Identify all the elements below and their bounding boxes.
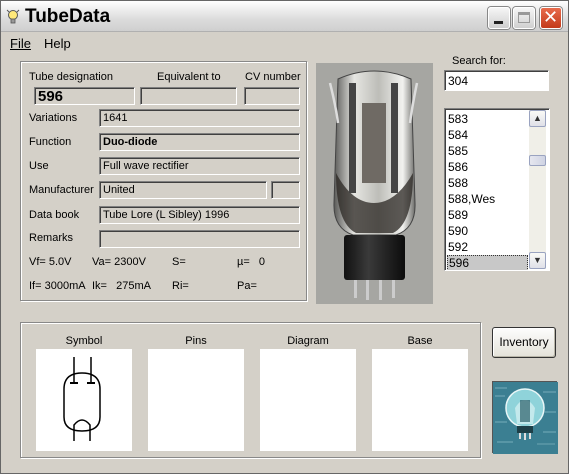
variations-label: Variations: [29, 112, 78, 124]
param-ik: Ik= 275mA: [92, 280, 152, 292]
tube-list[interactable]: 583 584 585 586 588 588,Wes 589 590 592 596 ▲ ▼: [444, 108, 550, 271]
param-if: If= 3000mA: [29, 280, 86, 292]
use-field[interactable]: Full wave rectifier: [99, 157, 300, 175]
close-icon: ✕: [543, 7, 559, 28]
list-item[interactable]: 583: [447, 111, 528, 127]
remarks-label: Remarks: [29, 232, 74, 244]
maximize-button[interactable]: [513, 7, 535, 29]
manufacturer-field[interactable]: United: [99, 181, 267, 199]
close-button[interactable]: ✕: [540, 7, 562, 29]
param-mu: µ= 0: [237, 256, 266, 268]
list-item[interactable]: 588: [447, 175, 528, 191]
title-bar[interactable]: TubeData ✕: [1, 1, 568, 32]
duo-diode-symbol-icon: [63, 357, 101, 441]
variations-field[interactable]: 1641: [99, 109, 300, 127]
param-va: Va= 2300V: [92, 256, 146, 268]
search-label: Search for:: [452, 55, 506, 67]
cv-number-label: CV number: [245, 71, 301, 83]
lightbulb-icon: [6, 9, 20, 24]
list-scrollbar[interactable]: ▲ ▼: [529, 110, 546, 269]
scroll-up-button[interactable]: ▲: [529, 110, 546, 127]
inventory-button[interactable]: Inventory: [492, 327, 556, 358]
chevron-down-icon: ▼: [533, 255, 542, 265]
base-panel: [372, 349, 468, 451]
list-item[interactable]: 585: [447, 143, 528, 159]
param-vf: Vf= 5.0V: [29, 256, 72, 268]
diagram-label: Diagram: [287, 335, 329, 347]
remarks-field[interactable]: [99, 230, 300, 248]
list-item[interactable]: 596: [447, 255, 528, 270]
function-field[interactable]: Duo-diode: [99, 133, 300, 151]
list-item[interactable]: 590: [447, 223, 528, 239]
tube-logo-icon: [493, 382, 558, 454]
scroll-thumb[interactable]: [529, 155, 546, 166]
list-item[interactable]: 584: [447, 127, 528, 143]
equivalent-to-label: Equivalent to: [157, 71, 221, 83]
app-logo: [492, 381, 558, 454]
menu-bar: File Help: [1, 33, 568, 53]
chevron-up-icon: ▲: [533, 113, 542, 123]
base-label: Base: [407, 335, 433, 347]
manufacturer-extra-field[interactable]: [271, 181, 300, 199]
data-book-field[interactable]: Tube Lore (L Sibley) 1996: [99, 206, 300, 224]
data-book-label: Data book: [29, 209, 80, 221]
tube-photo-illustration: [316, 63, 433, 304]
window-title: TubeData: [25, 6, 111, 27]
main-window: TubeData ✕ File Help Tube designation Eq…: [0, 0, 569, 474]
diagram-panel: [260, 349, 356, 451]
search-input[interactable]: [444, 70, 549, 91]
cv-number-field[interactable]: [244, 87, 300, 105]
param-ri: Ri=: [172, 280, 189, 292]
tube-designation-label: Tube designation: [29, 71, 113, 83]
list-item[interactable]: 589: [447, 207, 528, 223]
tube-photo: [316, 63, 433, 304]
list-item[interactable]: 592: [447, 239, 528, 255]
manufacturer-label: Manufacturer: [29, 184, 94, 196]
menu-help[interactable]: Help: [44, 36, 71, 51]
minimize-button[interactable]: [488, 7, 510, 29]
menu-file[interactable]: File: [10, 36, 31, 51]
param-pa: Pa=: [237, 280, 257, 292]
list-item[interactable]: 588,Wes: [447, 191, 528, 207]
pins-panel: [148, 349, 244, 451]
scroll-down-button[interactable]: ▼: [529, 252, 546, 269]
maximize-icon: [518, 12, 530, 23]
symbol-label: Symbol: [65, 335, 103, 347]
designation-field[interactable]: 596: [34, 87, 135, 105]
param-s: S=: [172, 256, 186, 268]
equivalent-field[interactable]: [140, 87, 237, 105]
minimize-icon: [494, 21, 503, 24]
symbol-panel: [36, 349, 132, 451]
use-label: Use: [29, 160, 49, 172]
list-item[interactable]: 586: [447, 159, 528, 175]
pins-label: Pins: [185, 335, 207, 347]
function-label: Function: [29, 136, 72, 148]
